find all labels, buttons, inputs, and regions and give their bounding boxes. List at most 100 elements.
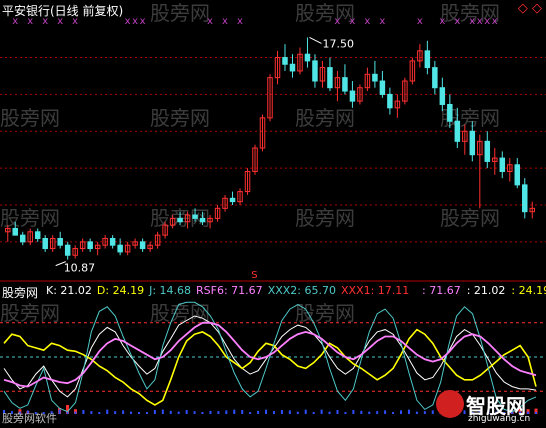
candle-body: [289, 63, 296, 72]
candle-body: [117, 244, 123, 253]
footer-logo: 智股网 zhiguwang.cn: [436, 390, 544, 426]
xxx2-bar: [145, 412, 148, 414]
xxx2-bar: [114, 411, 117, 414]
xxx2-bar: [193, 411, 196, 414]
candle-body: [327, 67, 333, 89]
top-x-marker: x: [349, 16, 355, 27]
candle-body: [454, 120, 461, 142]
xxx2-bar: [106, 409, 109, 414]
xxx2-bar: [169, 410, 172, 414]
legend-item-xxx1: XXX1: 17.11: [341, 284, 410, 297]
indicator-legend-tail: : 71.67: 21.02: 24.19: [422, 284, 546, 297]
stock-chart-window: 股旁网股旁网股旁网股旁网股旁网股旁网股旁网股旁网股旁网股旁网股旁网股旁网股旁网股…: [0, 0, 546, 428]
legend-item-xxx2: XXX2: 65.70: [267, 284, 336, 297]
signal-label: S: [251, 270, 257, 281]
xxx2-bar: [265, 409, 268, 414]
xxx2-bar: [185, 410, 188, 414]
xxx2-bar: [217, 411, 220, 414]
xxx2-bar: [233, 409, 236, 414]
chart-title: 平安银行(日线 前复权): [2, 4, 124, 18]
xxx2-bar: [304, 409, 307, 414]
xxx2-bar: [336, 410, 339, 414]
xxx2-bar: [122, 410, 125, 414]
candle-body: [19, 234, 26, 243]
xxx2-bar: [344, 412, 347, 414]
xxx2-bar: [376, 411, 379, 414]
candle-body: [432, 67, 438, 89]
xxx2-bar: [137, 412, 140, 414]
top-x-marker: x: [132, 16, 138, 27]
diamond-icon[interactable]: ◇ ◇: [518, 1, 542, 16]
xxx2-bar: [130, 411, 133, 414]
legend-item-k: K: 21.02: [46, 284, 92, 297]
top-x-marker: x: [379, 16, 385, 27]
top-x-marker: x: [222, 16, 228, 27]
candle-body: [87, 241, 93, 250]
candle-body: [199, 217, 206, 223]
top-x-marker: x: [477, 16, 483, 27]
candle-body: [522, 184, 528, 213]
watermark-text: 股旁网: [0, 106, 60, 130]
low-label: 10.87: [64, 262, 96, 275]
xxx2-bar: [280, 410, 283, 414]
xxx2-bar: [423, 411, 426, 414]
xxx2-bar: [407, 409, 410, 414]
top-x-marker: x: [207, 16, 213, 27]
watermark-text: 股旁网: [150, 106, 210, 130]
candle-body: [282, 57, 288, 65]
chart-canvas: 股旁网股旁网股旁网股旁网股旁网股旁网股旁网股旁网股旁网股旁网股旁网股旁网股旁网股…: [0, 1, 546, 414]
xxx2-bar: [161, 409, 164, 414]
top-x-marker: x: [364, 16, 370, 27]
candle-body: [34, 231, 41, 239]
watermark-text: 股旁网: [295, 106, 355, 130]
watermark-text: 股旁网: [295, 206, 355, 230]
xxx2-bar: [177, 411, 180, 414]
xxx2-bar: [384, 410, 387, 414]
legend-tail-value: : 71.67: [422, 284, 461, 297]
watermark-text: 股旁网: [295, 1, 355, 25]
legend-tail-value: : 21.02: [466, 284, 506, 297]
top-x-marker: x: [334, 16, 340, 27]
xxx2-bar: [320, 409, 323, 414]
logo-icon: [436, 390, 464, 418]
xxx2-bar: [225, 410, 228, 414]
xxx2-bar: [352, 410, 355, 414]
top-x-marker: x: [125, 16, 131, 27]
xxx2-bar: [368, 411, 371, 414]
indicator-title: 股旁网: [2, 286, 39, 300]
xxx2-bar: [272, 411, 275, 414]
watermark-text: 股旁网: [295, 301, 355, 325]
xxx2-bar: [241, 410, 244, 414]
xxx2-bar: [392, 412, 395, 414]
xxx2-bar: [415, 411, 418, 414]
xxx2-bar: [201, 412, 204, 414]
high-label: 17.50: [322, 37, 354, 50]
candle-body: [57, 237, 63, 246]
candle-body: [342, 77, 348, 92]
top-x-marker: x: [492, 16, 498, 27]
candle-body: [439, 87, 446, 105]
candle-body: [387, 93, 393, 109]
xxx2-bar: [58, 409, 61, 414]
candle-body: [349, 90, 356, 102]
candle-body: [64, 244, 71, 256]
candle-body: [424, 50, 431, 69]
top-x-marker: x: [484, 16, 490, 27]
candle-body: [42, 237, 48, 250]
candle-body: [379, 80, 386, 95]
xxx2-bar: [296, 411, 299, 414]
top-x-marker: x: [417, 16, 423, 27]
xxx2-bar: [257, 410, 260, 414]
candle-body: [304, 53, 311, 62]
candle-body: [12, 227, 18, 236]
candle-body: [109, 237, 116, 246]
candle-body: [372, 73, 378, 82]
xxx2-bar: [209, 410, 212, 414]
xxx2-bar: [249, 412, 252, 414]
xxx2-bar: [98, 412, 101, 414]
candle-body: [312, 60, 318, 82]
watermark-text: 股旁网: [0, 206, 60, 230]
footer-left-text: 股旁网软件: [2, 412, 57, 425]
watermark-text: 股旁网: [0, 301, 60, 325]
logo-url: zhiguwang.cn: [468, 414, 531, 424]
